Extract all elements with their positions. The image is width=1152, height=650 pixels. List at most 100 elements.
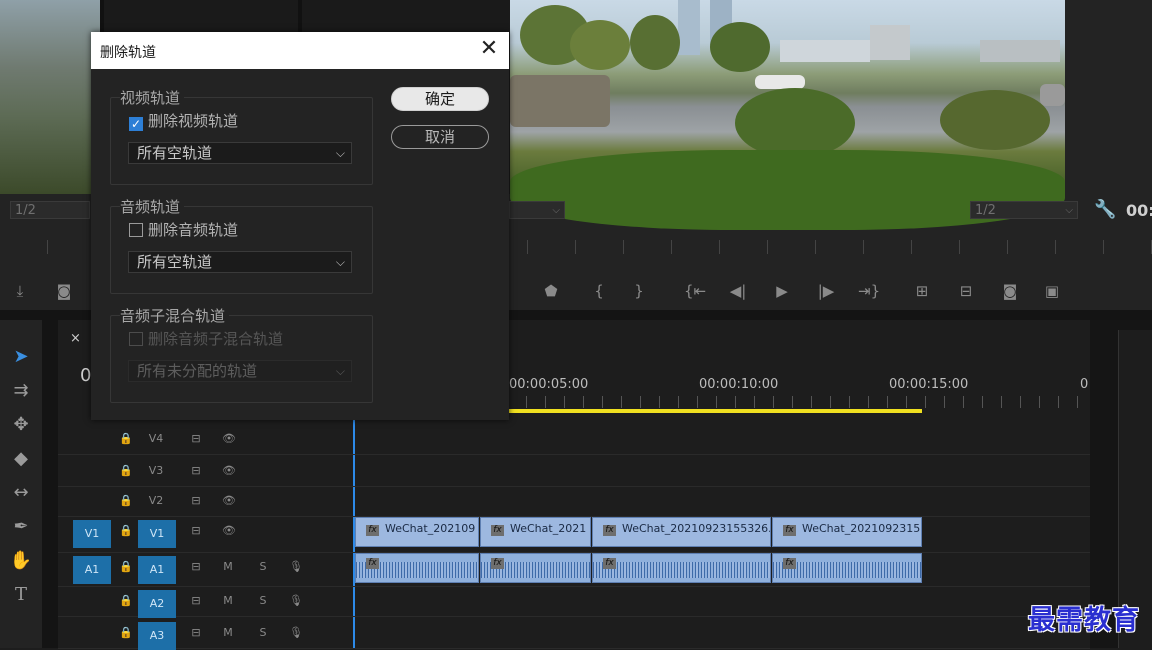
mute-button[interactable]: M	[220, 622, 236, 644]
fx-badge-icon: fx	[366, 525, 379, 536]
play-icon[interactable]: ▶	[772, 281, 792, 301]
sync-lock-icon[interactable]: ⊟	[186, 520, 206, 542]
sync-lock-icon[interactable]: ⊟	[186, 590, 206, 612]
lock-icon[interactable]: 🔒	[118, 556, 134, 578]
video-clip[interactable]: fx WeChat_20210923155326.	[592, 517, 771, 547]
video-clip[interactable]: fx WeChat_202109	[355, 517, 479, 547]
ruler-timecode: 0	[1080, 377, 1089, 392]
type-tool-icon[interactable]: T	[8, 582, 34, 608]
insert-icon[interactable]: ⤓	[10, 281, 30, 301]
chevron-down-icon: ⌵	[335, 364, 345, 378]
selection-tool-icon[interactable]: ➤	[8, 344, 34, 370]
sync-lock-icon[interactable]: ⊟	[186, 490, 206, 512]
microphone-icon[interactable]: 🎙	[287, 556, 305, 578]
program-zoom-select[interactable]: ⌵	[509, 201, 565, 219]
track-label[interactable]: V3	[140, 460, 172, 482]
audio-clip[interactable]: fx	[772, 553, 922, 583]
fx-badge-icon: fx	[783, 525, 796, 536]
sync-lock-icon[interactable]: ⊟	[186, 622, 206, 644]
microphone-icon[interactable]: 🎙	[287, 590, 305, 612]
lock-icon[interactable]: 🔒	[118, 520, 134, 542]
pen-tool-icon[interactable]: ✒	[8, 514, 34, 540]
track-select-tool-icon[interactable]: ⇉	[8, 378, 34, 404]
source-resolution-select[interactable]: 1/2	[10, 201, 90, 219]
step-forward-icon[interactable]: |▶	[816, 281, 836, 301]
razor-tool-icon[interactable]: ◆	[8, 446, 34, 472]
cancel-button[interactable]: 取消	[391, 125, 489, 149]
lift-icon[interactable]: ⊞	[912, 281, 932, 301]
audio-tracks-select[interactable]: 所有空轨道 ⌵	[128, 251, 352, 273]
tools-panel: ➤ ⇉ ✥ ◆ ↔ ✒ ✋ T	[0, 320, 42, 648]
dialog-title: 删除轨道	[100, 45, 156, 61]
track-label[interactable]: V2	[140, 490, 172, 512]
checkbox-icon[interactable]	[129, 223, 143, 237]
mute-button[interactable]: M	[220, 556, 236, 578]
ruler-timecode: 00:00:15:00	[889, 377, 969, 392]
sync-lock-icon[interactable]: ⊟	[186, 556, 206, 578]
fx-badge-icon: fx	[603, 525, 616, 536]
mark-in-icon[interactable]: {	[589, 281, 609, 301]
lock-icon[interactable]: 🔒	[118, 460, 134, 482]
go-to-in-icon[interactable]: {⇤	[684, 281, 706, 301]
solo-button[interactable]: S	[255, 622, 271, 644]
fx-badge-icon: fx	[603, 558, 616, 569]
delete-tracks-dialog: 删除轨道 ✕ 视频轨道 ✓ 删除视频轨道 所有空轨道 ⌵ 音频轨道 删除音频轨道 所…	[91, 32, 509, 420]
sequence-tab-close-icon[interactable]: ×	[70, 331, 81, 346]
track-row-v4: 🔒 V4 ⊟ 👁	[58, 424, 1090, 455]
marker-icon[interactable]: ⬟	[541, 281, 561, 301]
go-to-out-icon[interactable]: ⇥}	[858, 281, 880, 301]
source-patch-v1[interactable]: V1	[73, 520, 111, 548]
lock-icon[interactable]: 🔒	[118, 428, 134, 450]
track-row-a3: 🔒 A3 ⊟ M S 🎙	[58, 618, 1090, 650]
track-label[interactable]: A3	[138, 622, 176, 650]
solo-button[interactable]: S	[255, 556, 271, 578]
lock-icon[interactable]: 🔒	[118, 490, 134, 512]
slip-tool-icon[interactable]: ↔	[8, 480, 34, 506]
delete-audio-tracks-checkbox[interactable]: 删除音频轨道	[129, 219, 238, 240]
checkbox-checked-icon[interactable]: ✓	[129, 117, 143, 131]
eye-icon[interactable]: 👁	[218, 490, 240, 512]
source-patch-a1[interactable]: A1	[73, 556, 111, 584]
track-label[interactable]: V4	[140, 428, 172, 450]
eye-icon[interactable]: 👁	[218, 520, 240, 542]
watermark-logo: 最需教育	[1028, 605, 1140, 636]
sync-lock-icon[interactable]: ⊟	[186, 460, 206, 482]
video-tracks-select[interactable]: 所有空轨道 ⌵	[128, 142, 352, 164]
comparison-view-icon[interactable]: ▣	[1042, 281, 1062, 301]
track-label[interactable]: A2	[138, 590, 176, 618]
program-resolution-select[interactable]: 1/2 ⌵	[970, 201, 1078, 219]
eye-icon[interactable]: 👁	[218, 428, 240, 450]
extract-icon[interactable]: ⊟	[956, 281, 976, 301]
submix-group-title: 音频子混合轨道	[120, 305, 230, 326]
hand-tool-icon[interactable]: ✋	[8, 548, 34, 574]
ripple-edit-tool-icon[interactable]: ✥	[8, 412, 34, 438]
mute-button[interactable]: M	[220, 590, 236, 612]
lock-icon[interactable]: 🔒	[118, 590, 134, 612]
lock-icon[interactable]: 🔒	[118, 622, 134, 644]
eye-icon[interactable]: 👁	[218, 460, 240, 482]
fx-badge-icon: fx	[491, 525, 504, 536]
step-back-icon[interactable]: ◀|	[728, 281, 748, 301]
wrench-icon[interactable]: 🔧	[1094, 199, 1116, 220]
export-frame-icon[interactable]: ◙	[1000, 281, 1020, 301]
audio-clip[interactable]: fx	[480, 553, 591, 583]
close-icon[interactable]: ✕	[477, 38, 501, 62]
track-label[interactable]: A1	[138, 556, 176, 584]
camera-icon[interactable]: ◙	[54, 281, 74, 301]
mark-out-icon[interactable]: }	[629, 281, 649, 301]
audio-clip[interactable]: fx	[355, 553, 479, 583]
ruler-timecode: 00:00:10:00	[699, 377, 779, 392]
track-label[interactable]: V1	[138, 520, 176, 548]
track-row-a2: 🔒 A2 ⊟ M S 🎙	[58, 586, 1090, 618]
fx-badge-icon: fx	[491, 558, 504, 569]
delete-video-tracks-checkbox[interactable]: ✓ 删除视频轨道	[129, 110, 238, 131]
sync-lock-icon[interactable]: ⊟	[186, 428, 206, 450]
video-clip[interactable]: fx WeChat_2021092315	[772, 517, 922, 547]
solo-button[interactable]: S	[255, 590, 271, 612]
audio-clip[interactable]: fx	[592, 553, 771, 583]
ok-button[interactable]: 确定	[391, 87, 489, 111]
sequence-timecode[interactable]: 0	[80, 365, 91, 386]
video-clip[interactable]: fx WeChat_2021	[480, 517, 591, 547]
microphone-icon[interactable]: 🎙	[287, 622, 305, 644]
delete-submix-tracks-checkbox: 删除音频子混合轨道	[129, 328, 283, 349]
